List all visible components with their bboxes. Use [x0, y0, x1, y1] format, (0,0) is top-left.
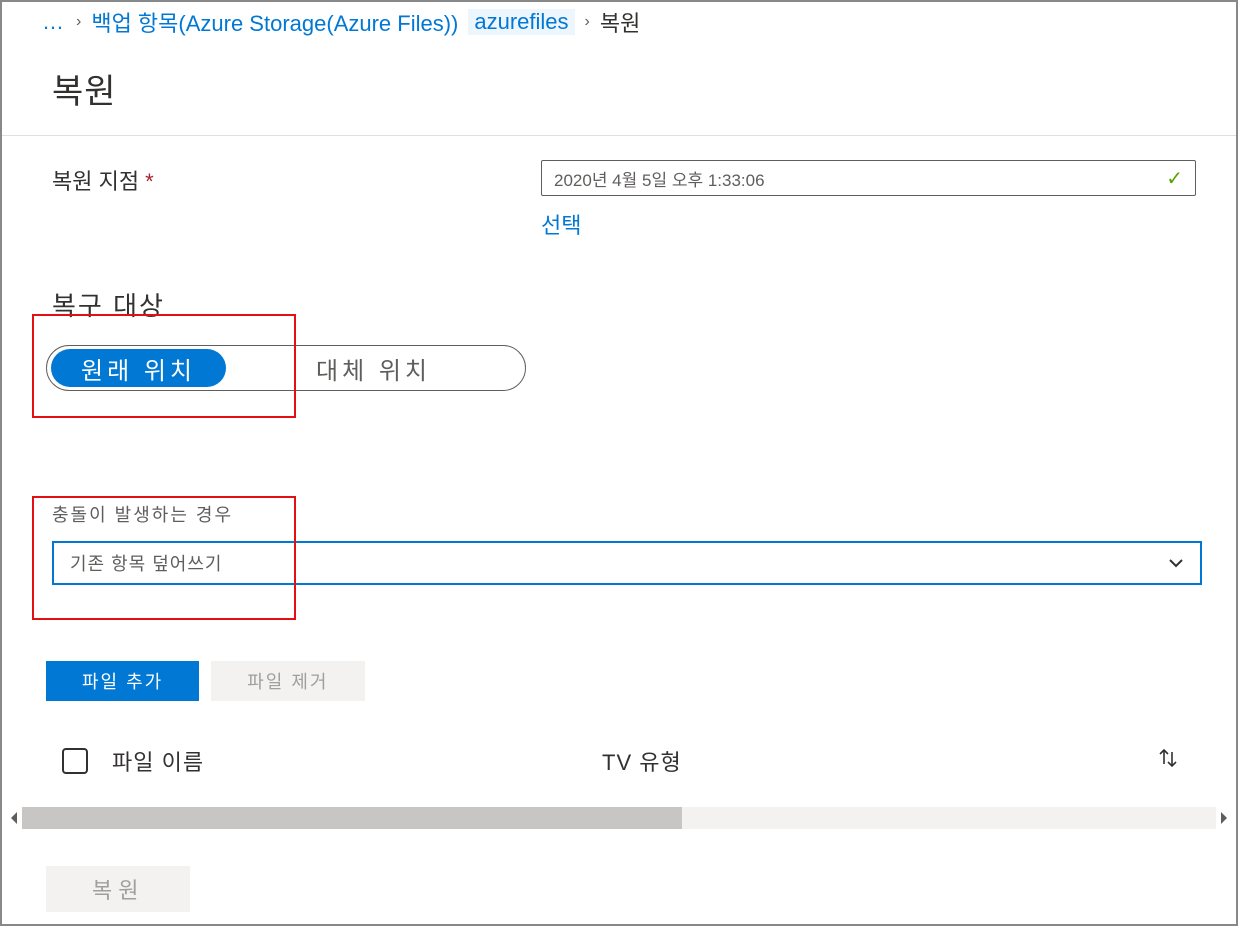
checkmark-icon: ✓	[1166, 166, 1183, 191]
scroll-left-icon[interactable]	[6, 806, 22, 830]
file-table-header: 파일 이름 TV 유형	[52, 745, 1196, 777]
chevron-right-icon: ›	[585, 13, 590, 31]
add-file-button[interactable]: 파일 추가	[46, 661, 199, 701]
breadcrumb-overflow[interactable]: …	[42, 9, 66, 35]
horizontal-scrollbar[interactable]	[6, 806, 1232, 830]
restore-point-input[interactable]: 2020년 4월 5일 오후 1:33:06 ✓	[541, 160, 1196, 196]
remove-file-button: 파일 제거	[211, 661, 364, 701]
highlight-box	[32, 314, 296, 418]
sort-icon[interactable]	[1156, 746, 1196, 776]
column-type[interactable]: TV 유형	[602, 745, 1156, 777]
chevron-right-icon: ›	[76, 13, 81, 31]
select-restore-point-link[interactable]: 선택	[541, 208, 581, 240]
page-title: 복원	[2, 48, 1236, 136]
restore-button: 복원	[46, 866, 190, 912]
breadcrumb: … › 백업 항목(Azure Storage(Azure Files)) az…	[2, 2, 1236, 48]
scrollbar-track[interactable]	[22, 807, 1216, 829]
breadcrumb-backup-items[interactable]: 백업 항목(Azure Storage(Azure Files))	[91, 6, 458, 38]
column-file-name[interactable]: 파일 이름	[112, 745, 602, 777]
restore-point-label: 복원 지점*	[52, 160, 541, 196]
scrollbar-thumb[interactable]	[22, 807, 682, 829]
scroll-right-icon[interactable]	[1216, 806, 1232, 830]
select-all-checkbox[interactable]	[62, 748, 88, 774]
breadcrumb-azurefiles[interactable]: azurefiles	[468, 9, 574, 35]
breadcrumb-current: 복원	[600, 6, 640, 38]
restore-point-value: 2020년 4월 5일 오후 1:33:06	[554, 166, 765, 191]
highlight-box	[32, 496, 296, 620]
chevron-down-icon	[1168, 555, 1184, 571]
